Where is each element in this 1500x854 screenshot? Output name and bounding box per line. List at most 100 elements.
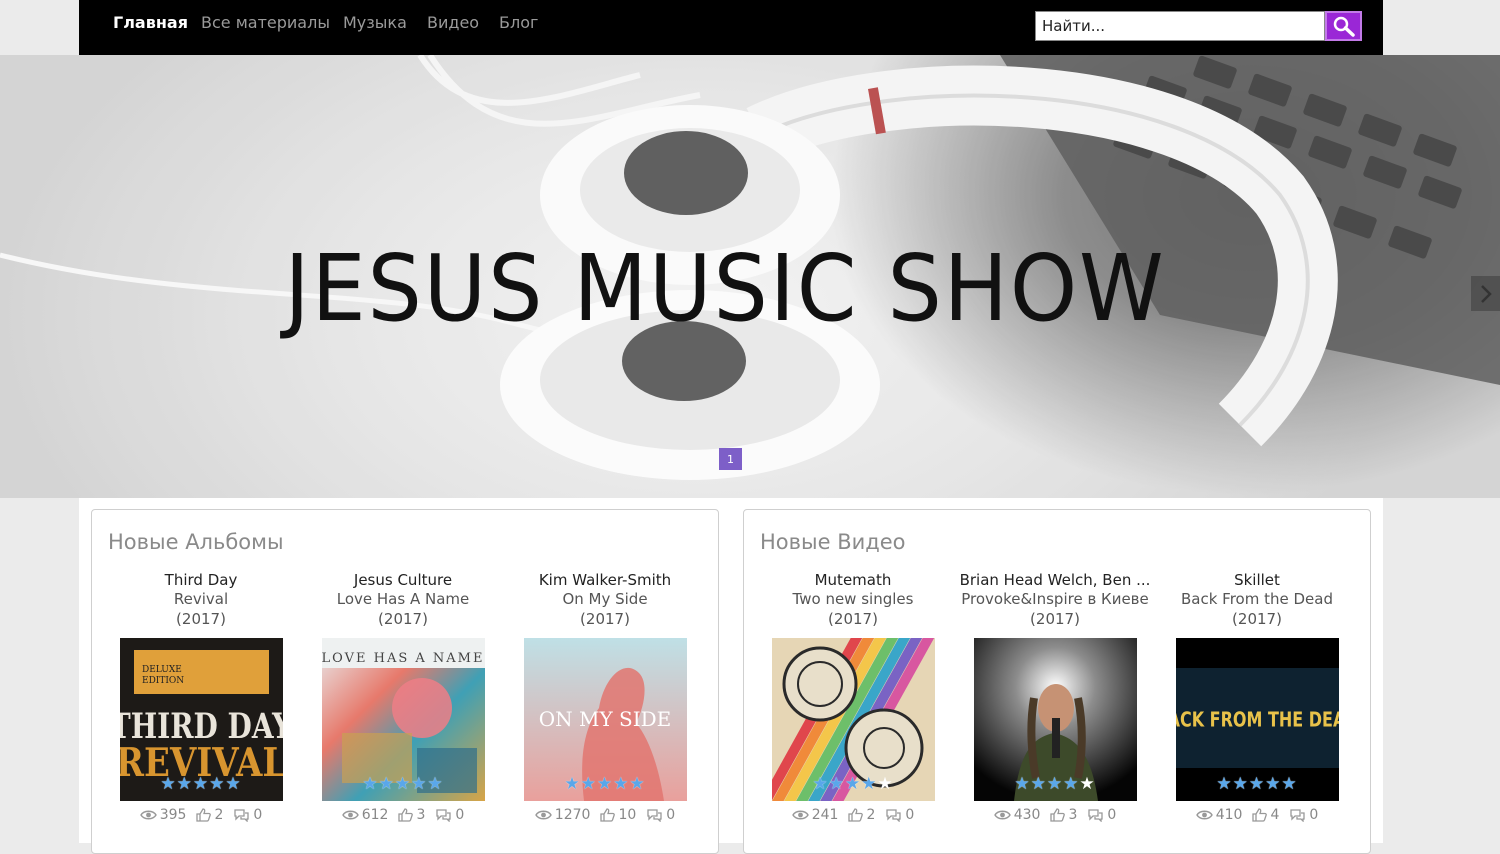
star-filled-icon[interactable]: ★ xyxy=(1265,774,1281,794)
thumbs-up-icon xyxy=(1050,808,1066,822)
video-card[interactable]: Skillet Back From the Dead (2017) BACK F… xyxy=(1157,570,1357,823)
rating-stars[interactable]: ★★★★★ xyxy=(772,776,935,793)
album-title[interactable]: Revival xyxy=(101,590,301,610)
star-filled-icon[interactable]: ★ xyxy=(225,774,241,794)
star-filled-icon[interactable]: ★ xyxy=(861,774,877,794)
thumbs-up-icon xyxy=(848,808,864,822)
video-stats: 430 3 0 xyxy=(955,807,1155,823)
star-empty-icon[interactable]: ★ xyxy=(1079,774,1095,794)
video-title[interactable]: Two new singles xyxy=(753,590,953,610)
video-artist[interactable]: Brian Head Welch, Ben ... xyxy=(955,570,1155,590)
star-filled-icon[interactable]: ★ xyxy=(1281,774,1297,794)
hero-title: JESUS MUSIC SHOW xyxy=(284,235,1166,342)
panel-title-albums: Новые Альбомы xyxy=(108,530,284,554)
comments-icon xyxy=(1290,809,1306,822)
nav-item-music[interactable]: Музыка xyxy=(343,13,407,32)
rating-stars[interactable]: ★★★★★ xyxy=(524,776,687,793)
video-stats: 241 2 0 xyxy=(753,807,953,823)
star-filled-icon[interactable]: ★ xyxy=(629,774,645,794)
video-cover[interactable]: ★★★★★ xyxy=(771,638,935,801)
views-icon xyxy=(791,810,809,820)
video-card[interactable]: Brian Head Welch, Ben ... Provoke&Inspir… xyxy=(955,570,1155,823)
video-title[interactable]: Back From the Dead xyxy=(1157,590,1357,610)
video-year: (2017) xyxy=(1232,609,1282,628)
comments-icon xyxy=(1088,809,1104,822)
thumbs-up-icon xyxy=(398,808,414,822)
comments-icon xyxy=(647,809,662,822)
rating-stars[interactable]: ★★★★★ xyxy=(322,776,485,793)
star-filled-icon[interactable]: ★ xyxy=(411,774,427,794)
star-filled-icon[interactable]: ★ xyxy=(812,774,828,794)
rating-stars[interactable]: ★★★★★ xyxy=(120,776,283,793)
comments-count: 0 xyxy=(253,807,263,823)
album-card[interactable]: Kim Walker-Smith On My Side (2017) ON MY… xyxy=(505,570,705,823)
search-icon xyxy=(1333,16,1355,37)
video-stats: 410 4 0 xyxy=(1157,807,1357,823)
album-artist[interactable]: Jesus Culture xyxy=(303,570,503,590)
star-filled-icon[interactable]: ★ xyxy=(1014,774,1030,794)
views-icon xyxy=(139,810,157,820)
slider-next-button[interactable] xyxy=(1471,276,1500,311)
star-filled-icon[interactable]: ★ xyxy=(209,774,225,794)
video-year: (2017) xyxy=(1030,609,1080,628)
cover-title: ON MY SIDE xyxy=(538,707,671,731)
star-filled-icon[interactable]: ★ xyxy=(613,774,629,794)
album-stats: 612 3 0 xyxy=(303,807,503,823)
rating-stars[interactable]: ★★★★★ xyxy=(974,776,1137,793)
album-cover[interactable]: ON MY SIDE ★★★★★ xyxy=(523,638,687,801)
video-card[interactable]: Mutemath Two new singles (2017) ★★★★★ 24… xyxy=(753,570,953,823)
star-filled-icon[interactable]: ★ xyxy=(1031,774,1047,794)
thumbs-up-icon xyxy=(1252,808,1268,822)
album-cover[interactable]: LOVE HAS A NAME ★★★★★ xyxy=(321,638,485,801)
video-cover[interactable]: BACK FROM THE DEAD ★★★★★ xyxy=(1175,638,1339,801)
nav-item-all-materials[interactable]: Все материалы xyxy=(201,13,330,32)
star-filled-icon[interactable]: ★ xyxy=(427,774,443,794)
album-card[interactable]: Third Day Revival (2017) DELUXE EDITION … xyxy=(101,570,301,823)
star-filled-icon[interactable]: ★ xyxy=(1216,774,1232,794)
search-input[interactable] xyxy=(1035,11,1325,41)
star-filled-icon[interactable]: ★ xyxy=(1047,774,1063,794)
star-filled-icon[interactable]: ★ xyxy=(597,774,613,794)
rating-stars[interactable]: ★★★★★ xyxy=(1176,776,1339,793)
star-filled-icon[interactable]: ★ xyxy=(362,774,378,794)
comments-count: 0 xyxy=(455,807,465,823)
star-filled-icon[interactable]: ★ xyxy=(1233,774,1249,794)
star-filled-icon[interactable]: ★ xyxy=(395,774,411,794)
slide-indicator[interactable]: 1 xyxy=(719,448,742,470)
star-filled-icon[interactable]: ★ xyxy=(1063,774,1079,794)
video-artist[interactable]: Mutemath xyxy=(753,570,953,590)
star-filled-icon[interactable]: ★ xyxy=(581,774,597,794)
views-icon xyxy=(341,810,359,820)
video-title[interactable]: Provoke&Inspire в Киеве xyxy=(955,590,1155,610)
nav-item-home[interactable]: Главная xyxy=(113,13,188,32)
album-card[interactable]: Jesus Culture Love Has A Name (2017) LOV… xyxy=(303,570,503,823)
star-filled-icon[interactable]: ★ xyxy=(564,774,580,794)
views-count: 1270 xyxy=(554,807,591,823)
star-filled-icon[interactable]: ★ xyxy=(845,774,861,794)
video-year: (2017) xyxy=(828,609,878,628)
cover-title: LOVE HAS A NAME xyxy=(322,651,484,666)
star-empty-icon[interactable]: ★ xyxy=(877,774,893,794)
album-cover[interactable]: DELUXE EDITION THIRD DAY REVIVAL ★★★★★ xyxy=(119,638,283,801)
star-filled-icon[interactable]: ★ xyxy=(193,774,209,794)
search-button[interactable] xyxy=(1325,11,1362,41)
likes-count: 3 xyxy=(416,807,426,823)
svg-text:DELUXE: DELUXE xyxy=(142,665,182,675)
album-artist[interactable]: Kim Walker-Smith xyxy=(505,570,705,590)
star-filled-icon[interactable]: ★ xyxy=(829,774,845,794)
comments-count: 0 xyxy=(1309,807,1319,823)
album-title[interactable]: On My Side xyxy=(505,590,705,610)
star-filled-icon[interactable]: ★ xyxy=(1249,774,1265,794)
album-year: (2017) xyxy=(378,609,428,628)
views-icon xyxy=(534,810,552,820)
nav-item-blog[interactable]: Блог xyxy=(499,13,538,32)
album-title[interactable]: Love Has A Name xyxy=(303,590,503,610)
star-filled-icon[interactable]: ★ xyxy=(177,774,193,794)
panel-title-videos: Новые Видео xyxy=(760,530,906,554)
video-artist[interactable]: Skillet xyxy=(1157,570,1357,590)
video-cover[interactable]: ★★★★★ xyxy=(973,638,1137,801)
album-artist[interactable]: Third Day xyxy=(101,570,301,590)
nav-item-video[interactable]: Видео xyxy=(427,13,479,32)
star-filled-icon[interactable]: ★ xyxy=(379,774,395,794)
star-filled-icon[interactable]: ★ xyxy=(160,774,176,794)
